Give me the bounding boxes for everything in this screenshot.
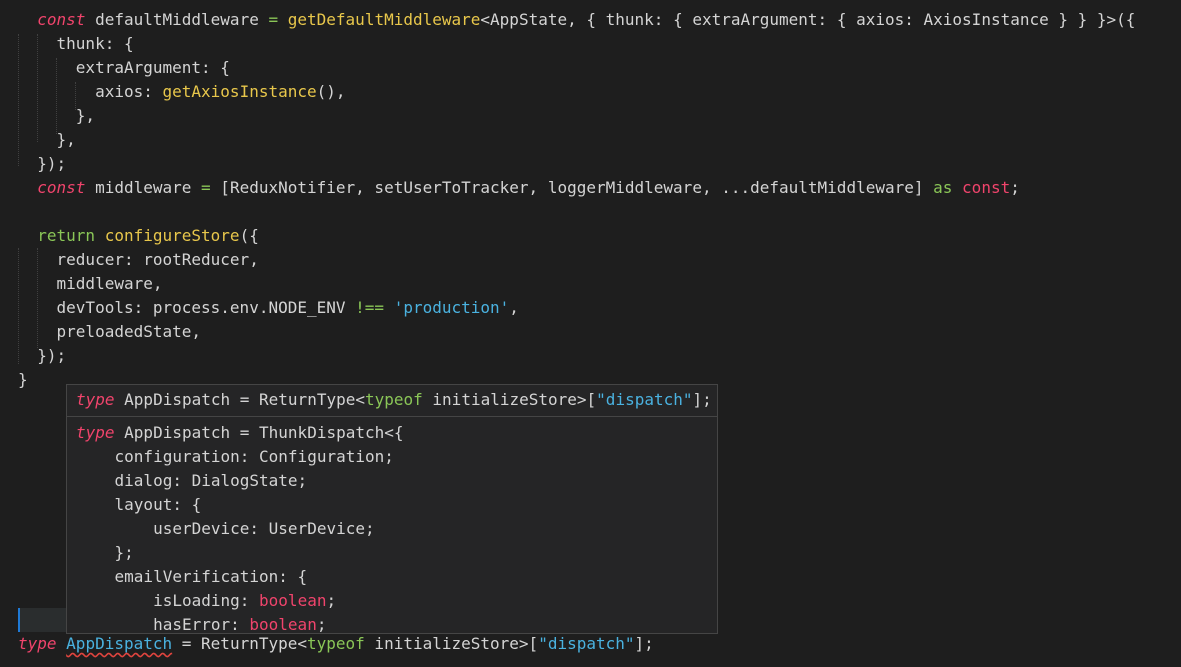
code-text: hasError: — [76, 615, 250, 634]
code-line[interactable]: axios: getAxiosInstance(), — [18, 80, 346, 104]
keyword: const — [962, 178, 1011, 197]
keyword: type — [76, 423, 115, 442]
code-text: preloadedState, — [56, 322, 202, 341]
string-literal: 'production' — [393, 298, 510, 317]
keyword-typeof: typeof — [364, 390, 423, 409]
code-text: layout: { — [76, 495, 202, 514]
type-arguments: <AppState, { thunk: { extraArgument: { a… — [480, 10, 1136, 29]
function-name: getAxiosInstance — [162, 82, 317, 101]
code-text: reducer: rootReducer, — [56, 250, 259, 269]
code-line[interactable]: const defaultMiddleware = getDefaultMidd… — [18, 8, 1135, 32]
code-text: isLoading: — [76, 591, 260, 610]
code-line[interactable]: reducer: rootReducer, — [18, 248, 259, 272]
code-line[interactable]: type AppDispatch = ReturnType<typeof ini… — [18, 632, 654, 656]
tooltip-signature: type AppDispatch = ReturnType<typeof ini… — [76, 388, 712, 412]
code-text: , — [509, 298, 519, 317]
tooltip-line: emailVerification: { — [76, 565, 308, 589]
code-text: devTools: process.env.NODE_ENV — [56, 298, 356, 317]
keyword-typeof: typeof — [307, 634, 365, 653]
keyword: type — [18, 634, 57, 653]
string-literal: "dispatch" — [538, 634, 635, 653]
keyword-as: as — [933, 178, 953, 197]
keyword: const — [37, 178, 86, 197]
code-text: extraArgument: { — [75, 58, 230, 77]
code-text: middleware, — [56, 274, 163, 293]
code-line[interactable]: preloadedState, — [18, 320, 202, 344]
code-text: }, — [56, 130, 76, 149]
code-text: }); — [37, 154, 67, 173]
code-text: axios: — [95, 82, 163, 101]
code-line[interactable]: }, — [18, 128, 76, 152]
code-editor[interactable]: const defaultMiddleware = getDefaultMidd… — [0, 0, 1181, 667]
operator: !== — [355, 298, 385, 317]
code-text: emailVerification: { — [76, 567, 308, 586]
function-name: configureStore — [104, 226, 240, 245]
code-line[interactable]: devTools: process.env.NODE_ENV !== 'prod… — [18, 296, 519, 320]
array-literal: [ReduxNotifier, setUserToTracker, logger… — [210, 178, 934, 197]
tooltip-line: }; — [76, 541, 134, 565]
code-text: }); — [37, 346, 67, 365]
code-text: ]; — [634, 634, 654, 653]
hovered-identifier[interactable]: AppDispatch — [66, 634, 172, 653]
type-keyword: boolean — [259, 591, 327, 610]
code-line[interactable]: } — [18, 368, 28, 392]
code-text: ; — [316, 615, 327, 634]
code-text: configuration: Configuration; — [76, 447, 394, 466]
operator: = — [268, 10, 279, 29]
code-text: AppDispatch = ReturnType< — [114, 390, 365, 409]
code-line[interactable]: const middleware = [ReduxNotifier, setUs… — [18, 176, 1020, 200]
code-text: AppDispatch = ThunkDispatch<{ — [114, 423, 404, 442]
code-line[interactable]: thunk: { — [18, 32, 134, 56]
code-text: initializeStore>[ — [364, 634, 539, 653]
identifier: middleware — [85, 178, 202, 197]
code-text: userDevice: UserDevice; — [76, 519, 375, 538]
code-text: ({ — [239, 226, 259, 245]
tooltip-line: isLoading: boolean; — [76, 589, 336, 613]
type-keyword: boolean — [249, 615, 317, 634]
tooltip-line: configuration: Configuration; — [76, 445, 394, 469]
code-text: dialog: DialogState; — [76, 471, 308, 490]
code-line[interactable]: middleware, — [18, 272, 163, 296]
operator: = — [201, 178, 211, 197]
tooltip-line: dialog: DialogState; — [76, 469, 308, 493]
code-text: }; — [76, 543, 134, 562]
string-literal: "dispatch" — [596, 390, 693, 409]
code-line[interactable]: }); — [18, 152, 66, 176]
code-text: ; — [326, 591, 337, 610]
text-cursor — [18, 608, 68, 632]
function-name: getDefaultMiddleware — [287, 10, 481, 29]
hover-tooltip[interactable]: type AppDispatch = ReturnType<typeof ini… — [66, 384, 718, 634]
tooltip-line: hasError: boolean; — [76, 613, 327, 634]
identifier: defaultMiddleware — [85, 10, 269, 29]
code-text: } — [18, 370, 28, 389]
code-line[interactable]: }, — [18, 104, 95, 128]
tooltip-line: userDevice: UserDevice; — [76, 517, 375, 541]
code-text: initializeStore>[ — [422, 390, 597, 409]
code-line[interactable]: extraArgument: { — [18, 56, 230, 80]
keyword: type — [76, 390, 115, 409]
code-line[interactable]: }); — [18, 344, 66, 368]
tooltip-line: layout: { — [76, 493, 202, 517]
keyword: return — [37, 226, 96, 245]
code-text: = ReturnType< — [172, 634, 307, 653]
code-text: (), — [316, 82, 346, 101]
tooltip-header: type AppDispatch = ReturnType<typeof ini… — [67, 385, 717, 417]
code-text: ]; — [692, 390, 712, 409]
code-text: thunk: { — [56, 34, 134, 53]
code-line[interactable]: return configureStore({ — [18, 224, 259, 248]
code-text: }, — [75, 106, 96, 125]
tooltip-line: type AppDispatch = ThunkDispatch<{ — [76, 421, 404, 445]
keyword: const — [37, 10, 86, 29]
code-text: ; — [1010, 178, 1020, 197]
